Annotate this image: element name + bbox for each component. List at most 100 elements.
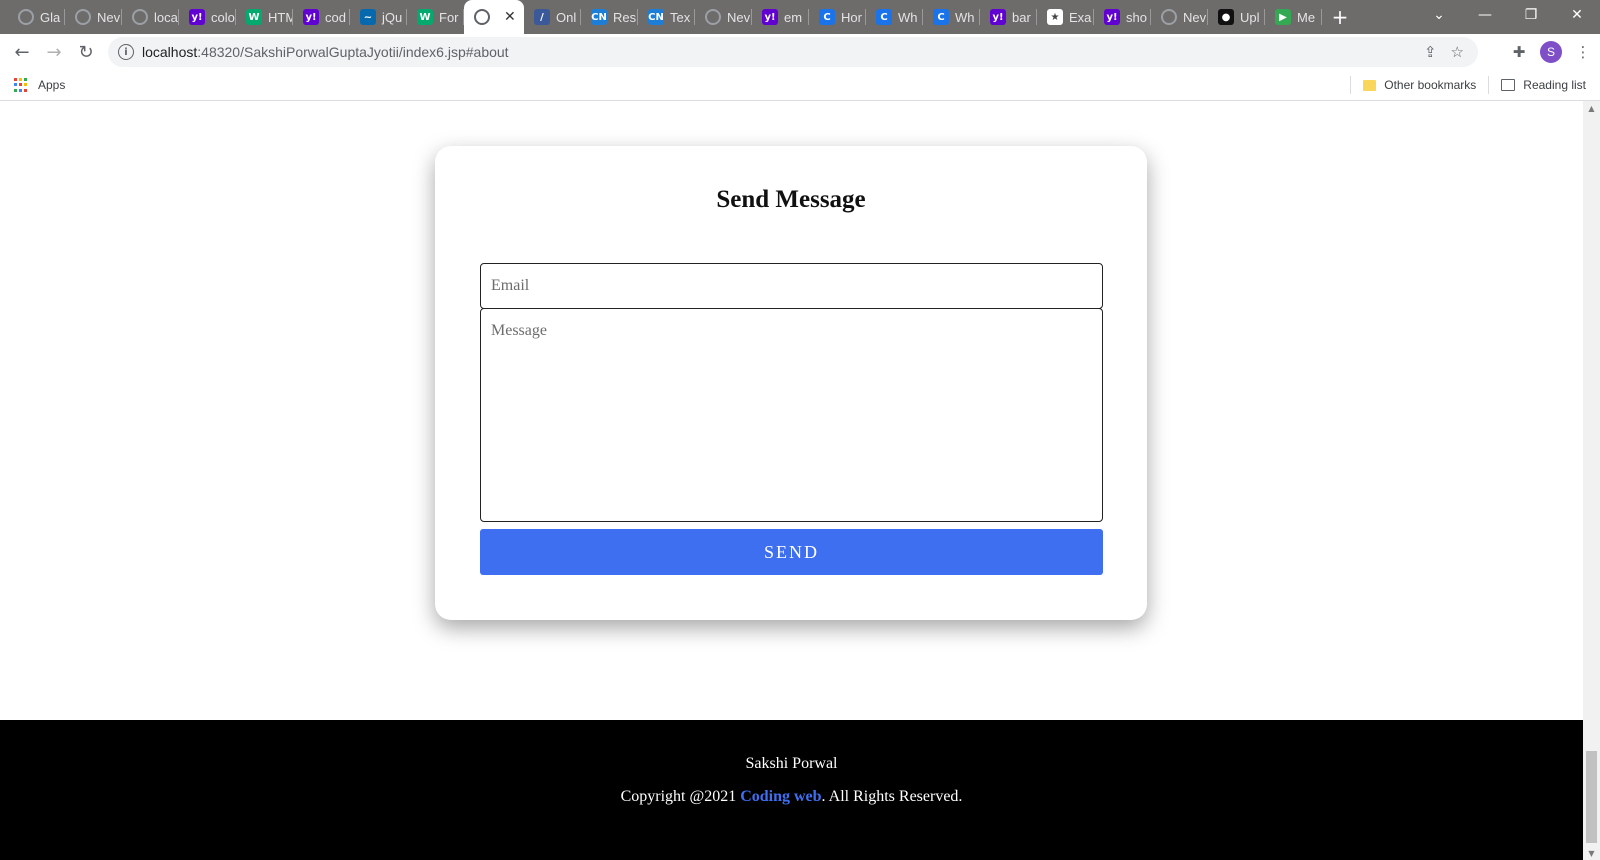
tab-strip: Gla Nev loca y! colo W HTM y! cod ~ jQu W For ✕ / Onl CN…	[0, 0, 1600, 34]
email-field[interactable]	[480, 263, 1103, 309]
w3schools-icon: W	[246, 9, 262, 25]
tab-label: For	[439, 9, 459, 25]
jquery-icon: ~	[360, 9, 376, 25]
github-icon: ●	[1218, 9, 1234, 25]
tab-active[interactable]: ✕	[464, 0, 524, 34]
tab-label: cod	[325, 9, 346, 25]
tab[interactable]: y! em	[752, 0, 809, 34]
page-footer: Sakshi Porwal Copyright @2021 Coding web…	[0, 720, 1583, 860]
tab-label: Upl	[1240, 9, 1260, 25]
footer-author: Sakshi Porwal	[745, 755, 838, 772]
page-scrollbar[interactable]: ▲ ▼	[1583, 101, 1600, 860]
yahoo-icon: y!	[189, 9, 205, 25]
tab[interactable]: CN Res	[581, 0, 638, 34]
tab-label: Me	[1297, 9, 1316, 25]
form-title: Send Message	[716, 186, 866, 213]
globe-icon	[18, 9, 34, 25]
url-text[interactable]: localhost:48320/SakshiPorwalGuptaJyotii/…	[142, 44, 509, 60]
c-icon: C	[876, 9, 892, 25]
bookmark-divider	[1350, 76, 1352, 94]
site-info-icon[interactable]: i	[118, 44, 134, 60]
yahoo-icon: y!	[990, 9, 1006, 25]
tab[interactable]: W For	[407, 0, 464, 34]
tab[interactable]: C Wh	[923, 0, 980, 34]
bookmarks-right: Other bookmarks Reading list	[1338, 70, 1586, 100]
tab[interactable]: CN Tex	[638, 0, 695, 34]
copyright-suffix: . All Rights Reserved.	[821, 788, 963, 805]
tab-list: Gla Nev loca y! colo W HTM y! cod ~ jQu W For ✕ / Onl CN…	[0, 0, 1358, 34]
scroll-down-icon[interactable]: ▼	[1583, 846, 1600, 860]
tab[interactable]: y! colo	[179, 0, 236, 34]
apps-bookmark[interactable]: Apps	[14, 78, 65, 92]
tab[interactable]: Nev	[65, 0, 122, 34]
back-icon[interactable]: ←	[6, 36, 38, 68]
yahoo-icon: y!	[303, 9, 319, 25]
tab-search-icon[interactable]: ⌄	[1416, 0, 1462, 30]
tab-label: Nev	[1183, 9, 1207, 25]
globe-icon	[705, 9, 721, 25]
tab-label: Wh	[898, 9, 918, 25]
tab-label: Hor	[841, 9, 862, 25]
yahoo-icon: y!	[1104, 9, 1120, 25]
tab[interactable]: W HTM	[236, 0, 293, 34]
tab[interactable]: C Wh	[866, 0, 923, 34]
tab[interactable]: loca	[122, 0, 179, 34]
other-bookmarks[interactable]: Other bookmarks	[1384, 78, 1476, 92]
close-tab-icon[interactable]: ✕	[504, 9, 516, 25]
extensions-icon[interactable]: ✚	[1508, 41, 1530, 63]
tab[interactable]: Nev	[695, 0, 752, 34]
reading-list-icon	[1501, 79, 1516, 91]
forward-icon[interactable]: →	[38, 36, 70, 68]
codingninjas-icon: CN	[648, 9, 664, 25]
send-button[interactable]: SEND	[480, 529, 1103, 575]
globe-icon	[474, 9, 490, 25]
reload-icon[interactable]: ↻	[70, 36, 102, 68]
tab[interactable]: y! sho	[1094, 0, 1151, 34]
profile-avatar[interactable]: S	[1540, 41, 1562, 63]
tab[interactable]: Gla	[8, 0, 65, 34]
yahoo-icon: y!	[762, 9, 778, 25]
close-window-icon[interactable]: ✕	[1554, 0, 1600, 30]
address-bar[interactable]: i localhost:48320/SakshiPorwalGuptaJyoti…	[108, 37, 1478, 67]
tab-label: Nev	[727, 9, 751, 25]
share-icon[interactable]: ⇪	[1424, 43, 1437, 61]
tab-label: jQu	[382, 9, 403, 25]
apps-grid-icon	[14, 78, 28, 92]
tab[interactable]: / Onl	[524, 0, 581, 34]
tab[interactable]: ~ jQu	[350, 0, 407, 34]
tab-label: Wh	[955, 9, 975, 25]
message-field[interactable]	[480, 308, 1103, 522]
tab-label: Exa	[1069, 9, 1092, 25]
apps-label: Apps	[38, 78, 66, 92]
bookmark-star-icon[interactable]: ☆	[1451, 43, 1464, 61]
coding-web-link[interactable]: Coding web	[740, 788, 821, 805]
tab[interactable]: ▶ Me	[1265, 0, 1322, 34]
reading-list[interactable]: Reading list	[1523, 78, 1586, 92]
bookmark-divider	[1488, 76, 1490, 94]
tab[interactable]: y! cod	[293, 0, 350, 34]
folder-icon	[1363, 79, 1377, 91]
omnibox-actions: ⇪ ☆	[1424, 37, 1464, 67]
minimize-icon[interactable]: —	[1462, 0, 1508, 30]
tab-label: HTM	[268, 9, 293, 25]
scroll-up-icon[interactable]: ▲	[1583, 101, 1600, 115]
restore-icon[interactable]: ❐	[1508, 0, 1554, 30]
tab[interactable]: C Hor	[809, 0, 866, 34]
tab[interactable]: y! bar	[980, 0, 1037, 34]
star-icon: ★	[1047, 9, 1063, 25]
contact-form-card: Send Message SEND	[435, 146, 1147, 620]
w3schools-icon: W	[417, 9, 433, 25]
c-icon: C	[819, 9, 835, 25]
tab[interactable]: ★ Exa	[1037, 0, 1094, 34]
scrollbar-thumb[interactable]	[1586, 751, 1597, 843]
tab-label: colo	[211, 9, 235, 25]
copyright-prefix: Copyright @2021	[620, 788, 741, 805]
tab-label: Gla	[40, 9, 61, 25]
meet-icon: ▶	[1275, 9, 1291, 25]
globe-icon	[1161, 9, 1177, 25]
browser-toolbar: ← → ↻ i localhost:48320/SakshiPorwalGupt…	[0, 34, 1600, 70]
tab[interactable]: Nev	[1151, 0, 1208, 34]
tab[interactable]: ● Upl	[1208, 0, 1265, 34]
new-tab-icon[interactable]: +	[1322, 0, 1358, 34]
menu-kebab-icon[interactable]: ⋮	[1572, 41, 1594, 63]
